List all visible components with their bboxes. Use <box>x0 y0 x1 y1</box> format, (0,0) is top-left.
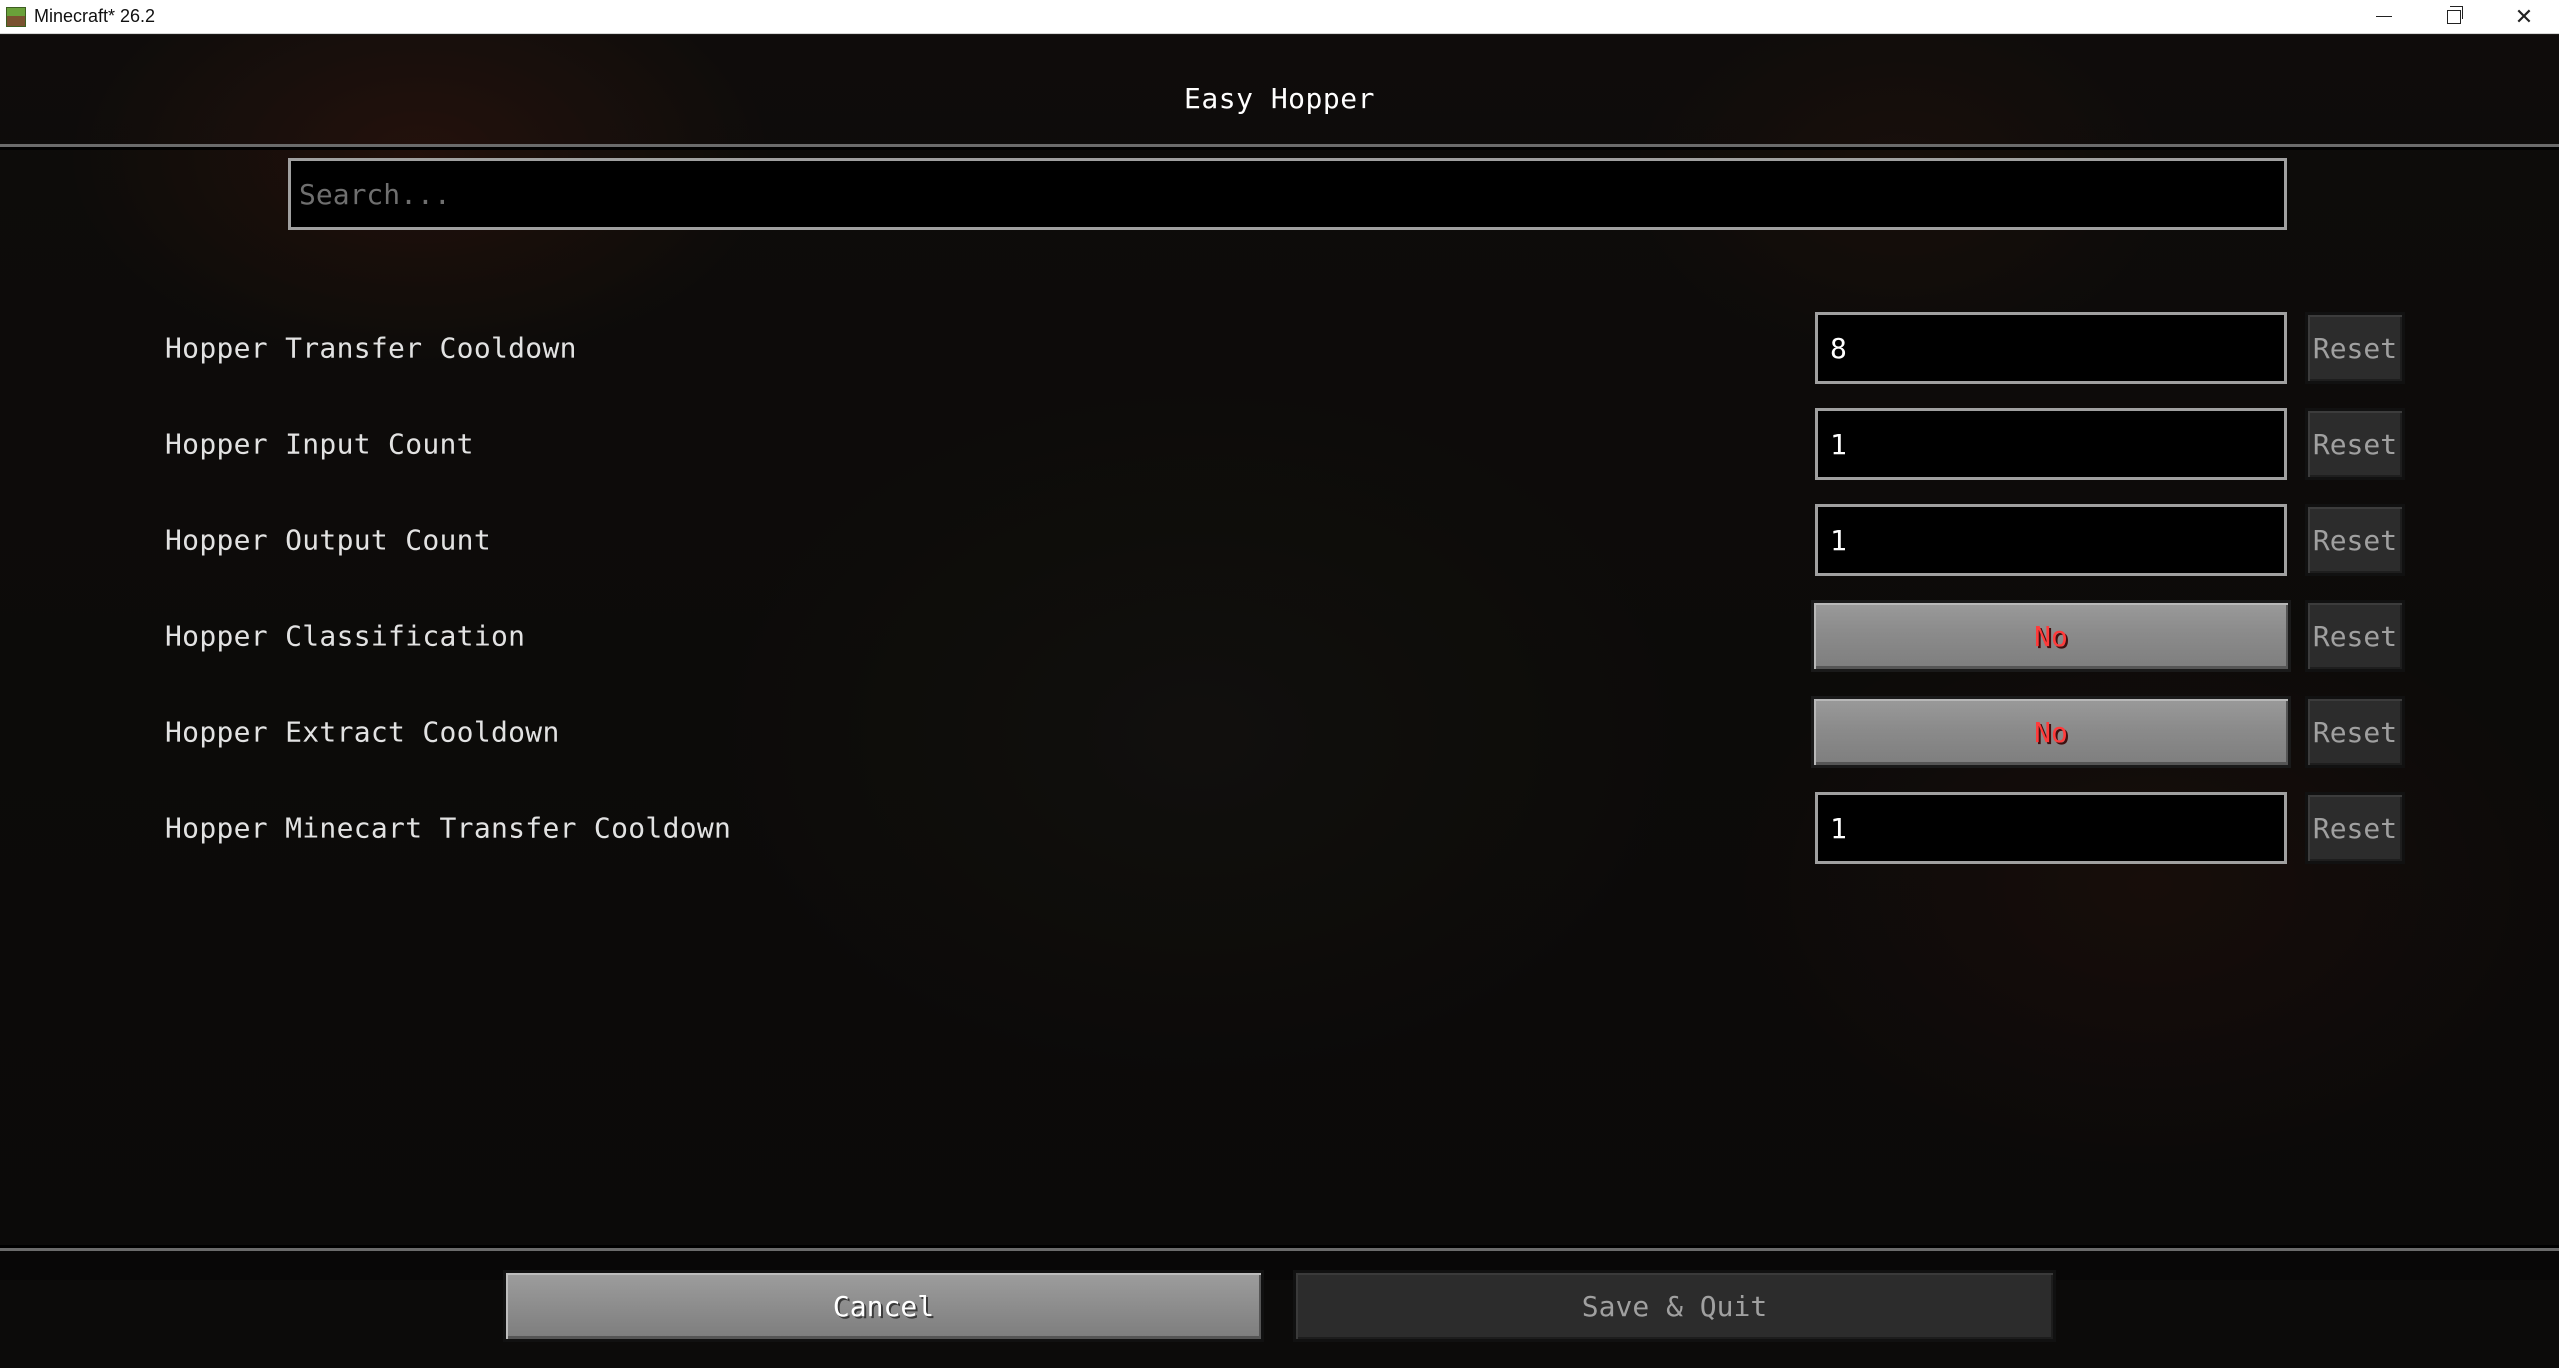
option-label: Hopper Minecart Transfer Cooldown <box>165 811 732 845</box>
save-and-quit-button[interactable]: Save & Quit <box>1293 1270 2056 1342</box>
window-titlebar[interactable]: Minecraft* 26.2 ✕ <box>0 0 2559 34</box>
reset-button-hopper-output-count[interactable]: Reset <box>2305 504 2405 576</box>
option-row-hopper-minecart-transfer-cooldown: Hopper Minecart Transfer Cooldown Reset <box>0 792 2559 864</box>
option-row-hopper-transfer-cooldown: Hopper Transfer Cooldown Reset <box>0 312 2559 384</box>
minimize-button[interactable] <box>2349 0 2419 33</box>
option-label: Hopper Output Count <box>165 523 491 557</box>
hopper-transfer-cooldown-field[interactable] <box>1815 312 2287 384</box>
option-label: Hopper Classification <box>165 619 526 653</box>
restore-button[interactable] <box>2419 0 2489 33</box>
hopper-input-count-field[interactable] <box>1815 408 2287 480</box>
option-label: Hopper Transfer Cooldown <box>165 331 577 365</box>
window-title: Minecraft* 26.2 <box>34 6 156 26</box>
close-icon: ✕ <box>2514 3 2534 29</box>
minimize-icon <box>2376 15 2392 18</box>
option-row-hopper-extract-cooldown: Hopper Extract Cooldown No Reset <box>0 696 2559 768</box>
screen-title: Easy Hopper <box>1184 82 1375 115</box>
reset-button-hopper-classification[interactable]: Reset <box>2305 600 2405 672</box>
hopper-extract-cooldown-toggle[interactable]: No <box>1811 696 2291 768</box>
hopper-classification-toggle[interactable]: No <box>1811 600 2291 672</box>
close-button[interactable]: ✕ <box>2489 0 2559 33</box>
cancel-button[interactable]: Cancel <box>503 1270 1264 1342</box>
hopper-minecart-transfer-cooldown-field[interactable] <box>1815 792 2287 864</box>
window-controls: ✕ <box>2349 0 2559 33</box>
reset-button-hopper-transfer-cooldown[interactable]: Reset <box>2305 312 2405 384</box>
option-row-hopper-classification: Hopper Classification No Reset <box>0 600 2559 672</box>
reset-button-hopper-input-count[interactable]: Reset <box>2305 408 2405 480</box>
reset-button-hopper-extract-cooldown[interactable]: Reset <box>2305 696 2405 768</box>
footer-band <box>0 1245 2559 1368</box>
option-row-hopper-input-count: Hopper Input Count Reset <box>0 408 2559 480</box>
option-label: Hopper Extract Cooldown <box>165 715 560 749</box>
option-label: Hopper Input Count <box>165 427 474 461</box>
hopper-output-count-field[interactable] <box>1815 504 2287 576</box>
search-input[interactable] <box>288 158 2287 230</box>
reset-button-hopper-minecart-transfer-cooldown[interactable]: Reset <box>2305 792 2405 864</box>
restore-icon <box>2447 5 2463 24</box>
minecraft-grass-block-icon <box>6 6 26 27</box>
option-row-hopper-output-count: Hopper Output Count Reset <box>0 504 2559 576</box>
